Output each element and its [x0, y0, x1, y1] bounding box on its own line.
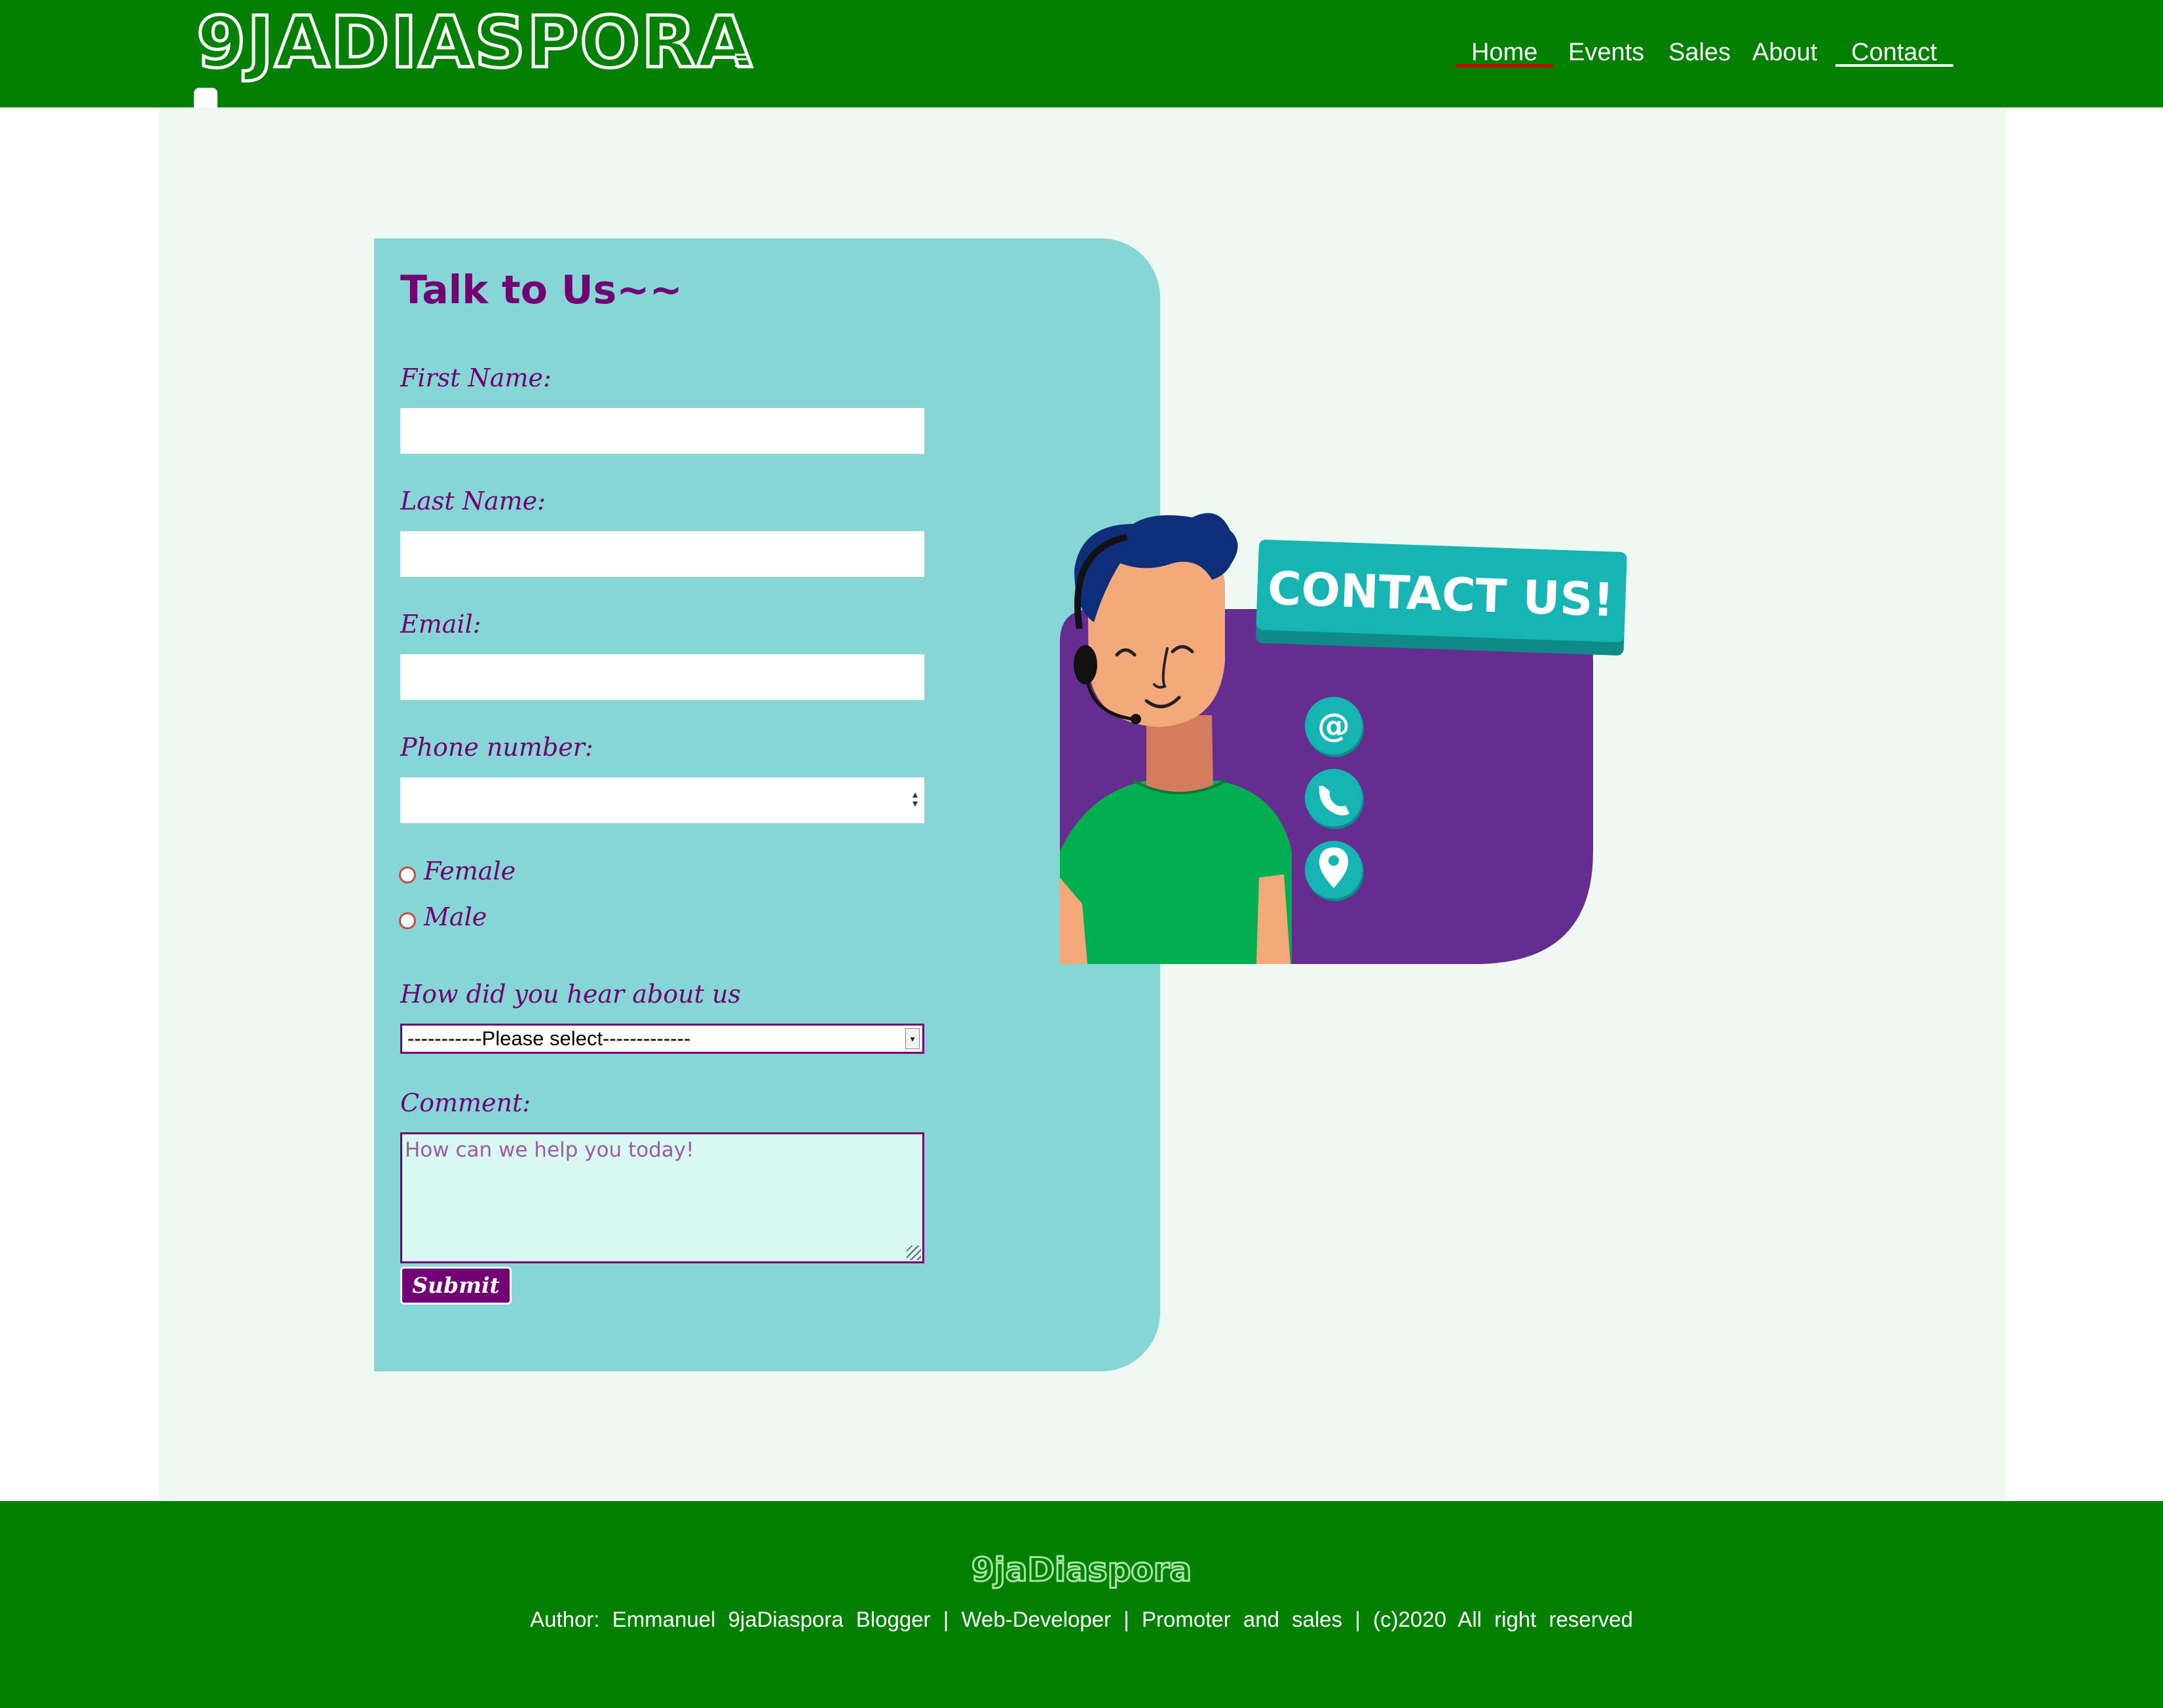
- nav-sales[interactable]: Sales: [1668, 34, 1731, 71]
- phone-field[interactable]: ▴ ▾: [400, 777, 924, 823]
- contact-us-badge: CONTACT US!: [1255, 540, 1627, 656]
- first-name-label: First Name:: [400, 363, 552, 392]
- nav-events[interactable]: Events: [1568, 34, 1644, 71]
- footer-credits: Author: Emmanuel 9jaDiaspora Blogger | W…: [530, 1607, 1633, 1631]
- form-title: Talk to Us~~: [400, 267, 683, 313]
- gender-label-male: Male: [424, 902, 487, 931]
- headset-mic: [1131, 714, 1141, 724]
- nav-contact-underline: [1835, 64, 1953, 67]
- comment-textarea[interactable]: How can we help you today!: [400, 1132, 924, 1263]
- email-label: Email:: [400, 610, 481, 639]
- email-field[interactable]: [400, 654, 924, 700]
- nav-about[interactable]: About: [1752, 34, 1817, 71]
- resize-grip-icon[interactable]: [907, 1246, 921, 1260]
- gender-label-female: Female: [424, 857, 516, 885]
- site-footer: [0, 1501, 2163, 1708]
- hear-about-label: How did you hear about us: [400, 980, 741, 1009]
- gender-radio-female[interactable]: [399, 866, 416, 883]
- first-name-field[interactable]: [400, 408, 924, 454]
- hear-about-select[interactable]: -----------Please select------------- ▾: [400, 1024, 924, 1054]
- phone-label: Phone number:: [400, 733, 593, 762]
- comment-label: Comment:: [400, 1088, 531, 1117]
- number-spinner-icon[interactable]: ▴ ▾: [911, 790, 919, 809]
- submit-button[interactable]: Submit: [400, 1267, 512, 1305]
- svg-text:@: @: [1317, 707, 1350, 745]
- gender-radio-male[interactable]: [399, 912, 416, 929]
- hear-about-selected: -----------Please select-------------: [407, 1027, 691, 1050]
- footer-logo: 9jaDiaspora: [970, 1550, 1192, 1590]
- last-name-label: Last Name:: [400, 487, 546, 515]
- contact-us-illustration: CONTACT US! @: [1060, 513, 1627, 964]
- comment-placeholder: How can we help you today!: [405, 1138, 694, 1162]
- person-shirt: [1060, 781, 1292, 964]
- last-name-field[interactable]: [400, 531, 924, 577]
- headset-earpiece: [1074, 645, 1097, 684]
- site-header: 9JADIASPORA Home Events Sales About Cont…: [0, 0, 2163, 107]
- logo-dot: [194, 88, 217, 107]
- main-nav: Home Events Sales About Contact: [0, 34, 2163, 73]
- dropdown-arrow-icon[interactable]: ▾: [905, 1028, 920, 1049]
- nav-home-underline: [1456, 64, 1554, 67]
